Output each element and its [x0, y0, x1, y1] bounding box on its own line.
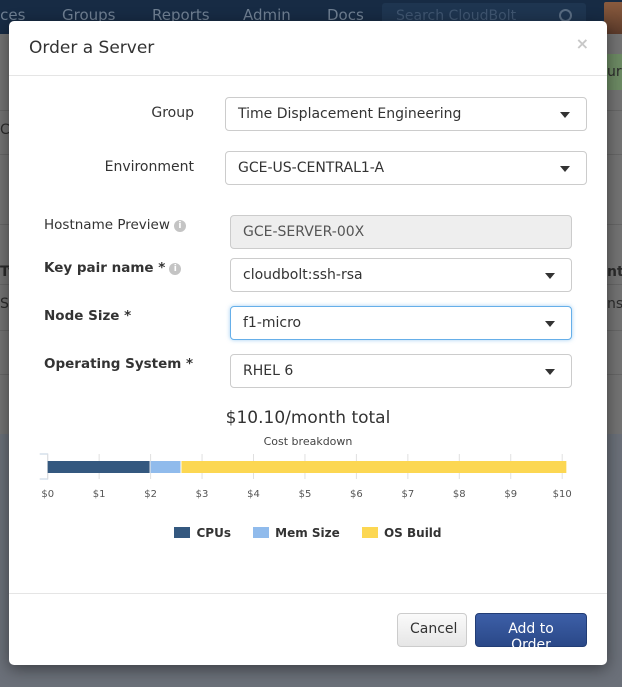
bg-fragment: ur	[607, 64, 622, 80]
x-tick-label: $9	[504, 489, 517, 500]
keypair-select[interactable]: cloudbolt:ssh-rsa	[230, 258, 572, 292]
node-size-select[interactable]: f1-micro	[230, 306, 572, 340]
chevron-down-icon	[560, 112, 570, 118]
modal-footer: Cancel Add to Order	[9, 593, 607, 665]
node-size-value: f1-micro	[243, 315, 302, 331]
chevron-down-icon	[560, 166, 570, 172]
cancel-button[interactable]: Cancel	[397, 613, 467, 647]
hostname-preview-field: GCE-SERVER-00X	[230, 215, 572, 249]
x-tick-label: $2	[144, 489, 157, 500]
axis-line	[39, 453, 49, 480]
add-to-order-button[interactable]: Add to Order	[475, 613, 587, 653]
environment-label: Environment	[104, 159, 194, 175]
x-tick-label: $0	[41, 489, 54, 500]
legend-swatch	[253, 527, 270, 538]
chevron-down-icon	[545, 273, 555, 279]
legend-swatch	[361, 527, 378, 538]
x-tick-label: $10	[553, 489, 572, 500]
bar-segment-mem-size[interactable]	[150, 461, 181, 473]
os-select[interactable]: RHEL 6	[230, 354, 572, 388]
order-server-modal: Order a Server × Group Time Displacement…	[9, 21, 607, 665]
legend-label: OS Build	[383, 526, 442, 540]
legend-item-mem-size[interactable]: Mem Size	[253, 526, 340, 540]
legend-swatch	[174, 527, 191, 538]
info-icon[interactable]: i	[169, 263, 182, 275]
x-tick-label: $5	[299, 489, 312, 500]
legend-label: CPUs	[196, 526, 231, 540]
environment-select[interactable]: GCE-US-CENTRAL1-A	[225, 151, 587, 185]
x-tick-label: $4	[247, 489, 260, 500]
hostname-preview-label: Hostname Preview i	[44, 217, 186, 233]
chevron-down-icon	[545, 369, 555, 375]
legend-label: Mem Size	[275, 526, 340, 540]
bg-fragment: nt	[607, 264, 622, 280]
cost-subtitle: Cost breakdown	[263, 435, 353, 448]
keypair-label: Key pair name * i	[44, 260, 182, 276]
x-tick-label: $1	[93, 489, 106, 500]
legend-item-cpus[interactable]: CPUs	[174, 526, 231, 540]
chevron-down-icon	[545, 321, 555, 327]
chart-legend: CPUs Mem Size OS Build	[9, 526, 607, 540]
modal-header: Order a Server ×	[9, 21, 607, 76]
x-tick-label: $7	[401, 489, 414, 500]
cost-total: $10.10/month total	[225, 408, 391, 428]
keypair-label-text: Key pair name *	[44, 260, 166, 276]
bg-fragment: nst	[607, 296, 622, 312]
info-icon[interactable]: i	[173, 220, 186, 232]
hostname-preview-label-text: Hostname Preview	[44, 217, 170, 233]
bar-segment-cpus[interactable]	[47, 461, 150, 473]
x-tick-label: $8	[453, 489, 466, 500]
os-value: RHEL 6	[243, 363, 294, 379]
environment-value: GCE-US-CENTRAL1-A	[238, 160, 385, 176]
bg-fragment: S	[0, 296, 9, 312]
close-icon[interactable]: ×	[576, 34, 589, 53]
os-label: Operating System *	[44, 356, 194, 372]
x-tick-label: $6	[350, 489, 363, 500]
group-label: Group	[151, 105, 194, 121]
group-value: Time Displacement Engineering	[238, 106, 462, 122]
x-tick-label: $3	[196, 489, 209, 500]
modal-title: Order a Server	[29, 38, 155, 58]
hostname-preview-value: GCE-SERVER-00X	[243, 224, 365, 240]
keypair-value: cloudbolt:ssh-rsa	[243, 267, 363, 283]
node-size-label: Node Size *	[44, 308, 132, 324]
bar-segment-os-build[interactable]	[181, 461, 567, 473]
group-select[interactable]: Time Displacement Engineering	[225, 97, 587, 131]
legend-item-os-build[interactable]: OS Build	[361, 526, 442, 540]
